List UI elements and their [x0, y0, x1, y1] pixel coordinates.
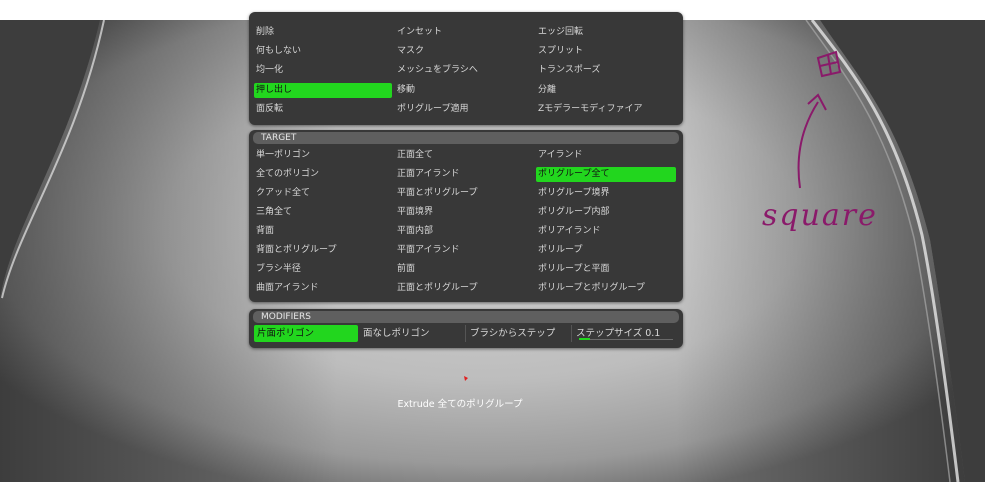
target-back[interactable]: 背面: [254, 224, 394, 239]
menu-item-apply-polygroup[interactable]: ポリグループ適用: [395, 102, 535, 117]
target-brush-radius[interactable]: ブラシ半径: [254, 262, 394, 277]
menu-item-equalize[interactable]: 均一化: [254, 63, 394, 78]
modifiers-panel-header: MODIFIERS: [253, 311, 679, 323]
target-polyloop-and-polygroup[interactable]: ポリループとポリグループ: [536, 281, 676, 296]
step-size-track: [579, 339, 673, 340]
menu-item-nothing[interactable]: 何もしない: [254, 44, 394, 59]
target-flat-and-polygroup[interactable]: 平面とポリグループ: [395, 186, 535, 201]
menu-item-extrude[interactable]: 押し出し: [254, 83, 392, 98]
menu-item-edge-rotate[interactable]: エッジ回転: [536, 25, 676, 40]
target-curved-island[interactable]: 曲面アイランド: [254, 281, 394, 296]
target-panel: TARGET 単一ポリゴン 正面全て アイランド 全てのポリゴン 正面アイランド…: [249, 130, 683, 302]
target-polygroup-inner[interactable]: ポリグループ内部: [536, 205, 676, 220]
action-status-caption: Extrude 全てのポリグループ: [320, 396, 600, 410]
target-flat-island[interactable]: 平面アイランド: [395, 243, 535, 258]
modifier-separator: [571, 325, 572, 342]
target-front[interactable]: 前面: [395, 262, 535, 277]
menu-item-transpose[interactable]: トランスポーズ: [536, 63, 676, 78]
menu-item-zmodeler-modifier[interactable]: Zモデラーモディファイア: [536, 102, 676, 117]
modifier-separator: [465, 325, 466, 342]
target-all-polygons[interactable]: 全てのポリゴン: [254, 167, 394, 182]
target-front-island[interactable]: 正面アイランド: [395, 167, 535, 182]
modifier-step-from-brush[interactable]: ブラシからステップ: [467, 325, 571, 342]
brush-cursor-icon: [464, 376, 468, 381]
handwritten-annotation: square: [762, 198, 878, 233]
target-flat-border[interactable]: 平面境界: [395, 205, 535, 220]
target-all-quads[interactable]: クアッド全て: [254, 186, 394, 201]
target-panel-header: TARGET: [253, 132, 679, 144]
status-target: 全てのポリグループ: [437, 399, 523, 410]
step-size-fill: [579, 338, 591, 340]
menu-item-delete[interactable]: 削除: [254, 25, 394, 40]
menu-item-inset[interactable]: インセット: [395, 25, 535, 40]
target-island[interactable]: アイランド: [536, 148, 676, 163]
target-all-triangles[interactable]: 三角全て: [254, 205, 394, 220]
target-all-polygroups[interactable]: ポリグループ全て: [536, 167, 676, 182]
target-all-front[interactable]: 正面全て: [395, 148, 535, 163]
modifier-single-sided-polygon[interactable]: 片面ポリゴン: [254, 325, 358, 342]
deformation-panel: 削除 インセット エッジ回転 何もしない マスク スプリット 均一化 メッシュを…: [249, 12, 683, 125]
target-flat-inner[interactable]: 平面内部: [395, 224, 535, 239]
menu-item-split[interactable]: スプリット: [536, 44, 676, 59]
step-size-slider[interactable]: ステップサイズ 0.1: [573, 325, 677, 342]
modifiers-panel: MODIFIERS 片面ポリゴン 面なしポリゴン ブラシからステップ ステップサ…: [249, 309, 683, 348]
status-action: Extrude: [397, 399, 435, 410]
menu-item-flip-faces[interactable]: 面反転: [254, 102, 394, 117]
menu-item-move[interactable]: 移動: [395, 83, 535, 98]
target-single-poly[interactable]: 単一ポリゴン: [254, 148, 394, 163]
target-polyloop[interactable]: ポリループ: [536, 243, 676, 258]
menu-item-mask[interactable]: マスク: [395, 44, 535, 59]
target-back-and-polygroup[interactable]: 背面とポリグループ: [254, 243, 394, 258]
target-poly-island[interactable]: ポリアイランド: [536, 224, 676, 239]
menu-item-detach[interactable]: 分離: [536, 83, 676, 98]
target-front-and-polygroup[interactable]: 正面とポリグループ: [395, 281, 535, 296]
target-polygroup-border[interactable]: ポリグループ境界: [536, 186, 676, 201]
target-polyloop-and-flat[interactable]: ポリループと平面: [536, 262, 676, 277]
modifier-no-face-polygon[interactable]: 面なしポリゴン: [360, 325, 464, 342]
menu-item-mesh-to-brush[interactable]: メッシュをブラシへ: [395, 63, 535, 78]
